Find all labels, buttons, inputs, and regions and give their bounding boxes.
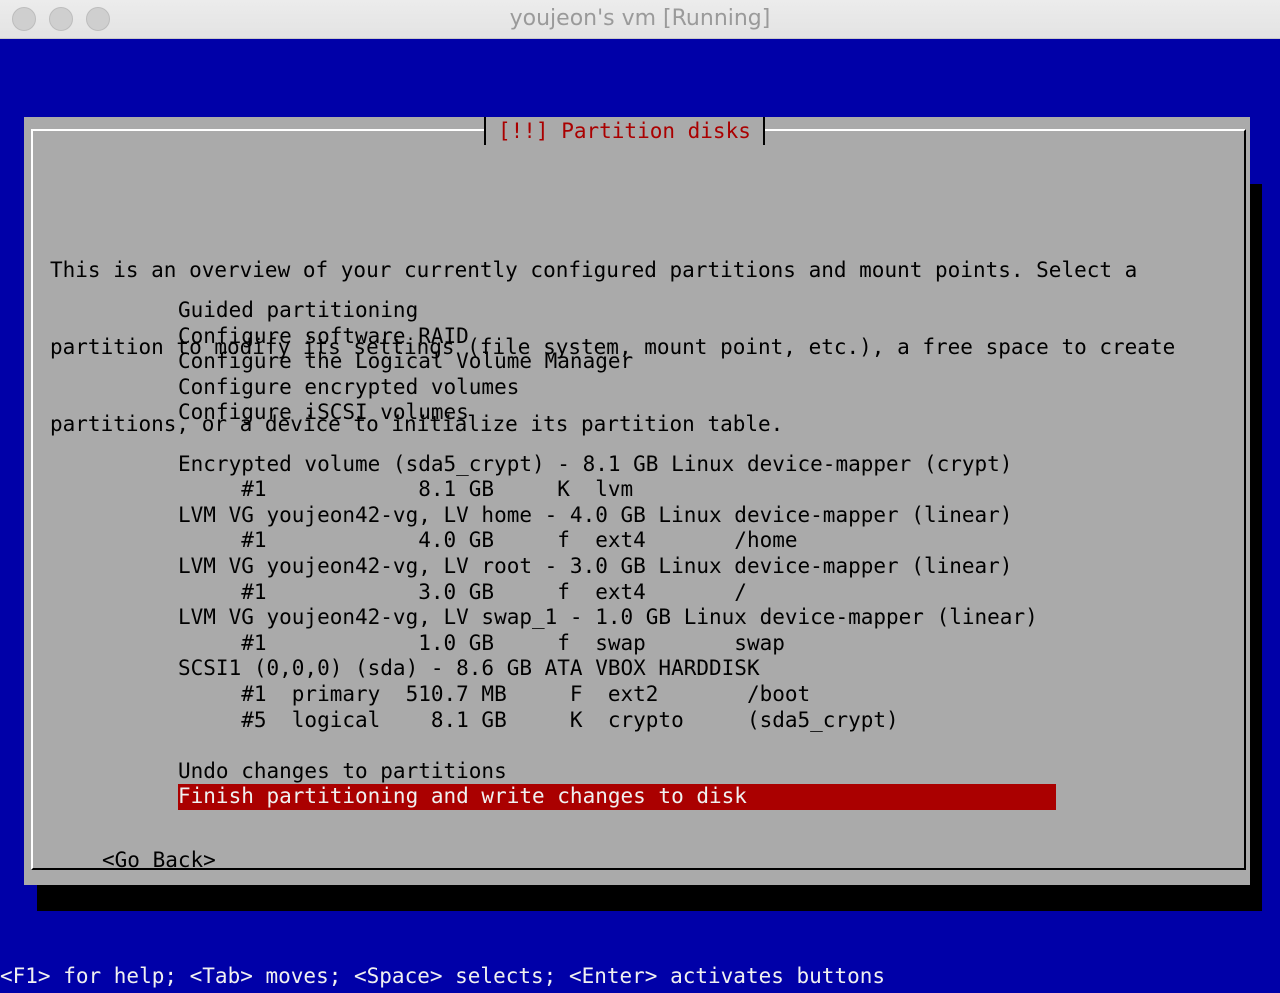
partition-dialog: [!!] Partition disks This is an overview…	[24, 117, 1250, 885]
menu-item[interactable]: Guided partitioning	[178, 298, 1056, 324]
menu-item[interactable]: SCSI1 (0,0,0) (sda) - 8.6 GB ATA VBOX HA…	[178, 656, 1056, 682]
intro-line: This is an overview of your currently co…	[50, 258, 1138, 283]
help-bar: <F1> for help; <Tab> moves; <Space> sele…	[0, 964, 886, 988]
menu-spacer	[178, 426, 1056, 452]
menu-item[interactable]: Configure encrypted volumes	[178, 375, 1056, 401]
menu-item[interactable]: LVM VG youjeon42-vg, LV home - 4.0 GB Li…	[178, 503, 1056, 529]
dialog-title: [!!] Partition disks	[484, 117, 765, 145]
menu-item[interactable]: #1 1.0 GB f swap swap	[178, 631, 1056, 657]
menu-item[interactable]: #1 primary 510.7 MB F ext2 /boot	[178, 682, 1056, 708]
menu-item[interactable]: #1 8.1 GB K lvm	[178, 477, 1056, 503]
menu-item[interactable]: Finish partitioning and write changes to…	[178, 784, 1056, 810]
menu-item[interactable]: #5 logical 8.1 GB K crypto (sda5_crypt)	[178, 708, 1056, 734]
menu-spacer	[178, 733, 1056, 759]
menu-item[interactable]: #1 4.0 GB f ext4 /home	[178, 528, 1056, 554]
window-titlebar: youjeon's vm [Running]	[0, 0, 1280, 39]
menu-item[interactable]: Configure the Logical Volume Manager	[178, 349, 1056, 375]
menu-item[interactable]: LVM VG youjeon42-vg, LV root - 3.0 GB Li…	[178, 554, 1056, 580]
menu-item[interactable]: Encrypted volume (sda5_crypt) - 8.1 GB L…	[178, 452, 1056, 478]
menu-item[interactable]: Configure software RAID	[178, 324, 1056, 350]
menu-item[interactable]: Configure iSCSI volumes	[178, 400, 1056, 426]
menu-item[interactable]: Undo changes to partitions	[178, 759, 1056, 785]
vm-screen: [!!] Partition disks This is an overview…	[0, 39, 1280, 993]
go-back-button[interactable]: <Go Back>	[102, 848, 216, 874]
menu-item[interactable]: LVM VG youjeon42-vg, LV swap_1 - 1.0 GB …	[178, 605, 1056, 631]
partition-menu: Guided partitioning Configure software RA…	[178, 298, 1056, 810]
window-title: youjeon's vm [Running]	[509, 6, 771, 31]
menu-item[interactable]: #1 3.0 GB f ext4 /	[178, 580, 1056, 606]
